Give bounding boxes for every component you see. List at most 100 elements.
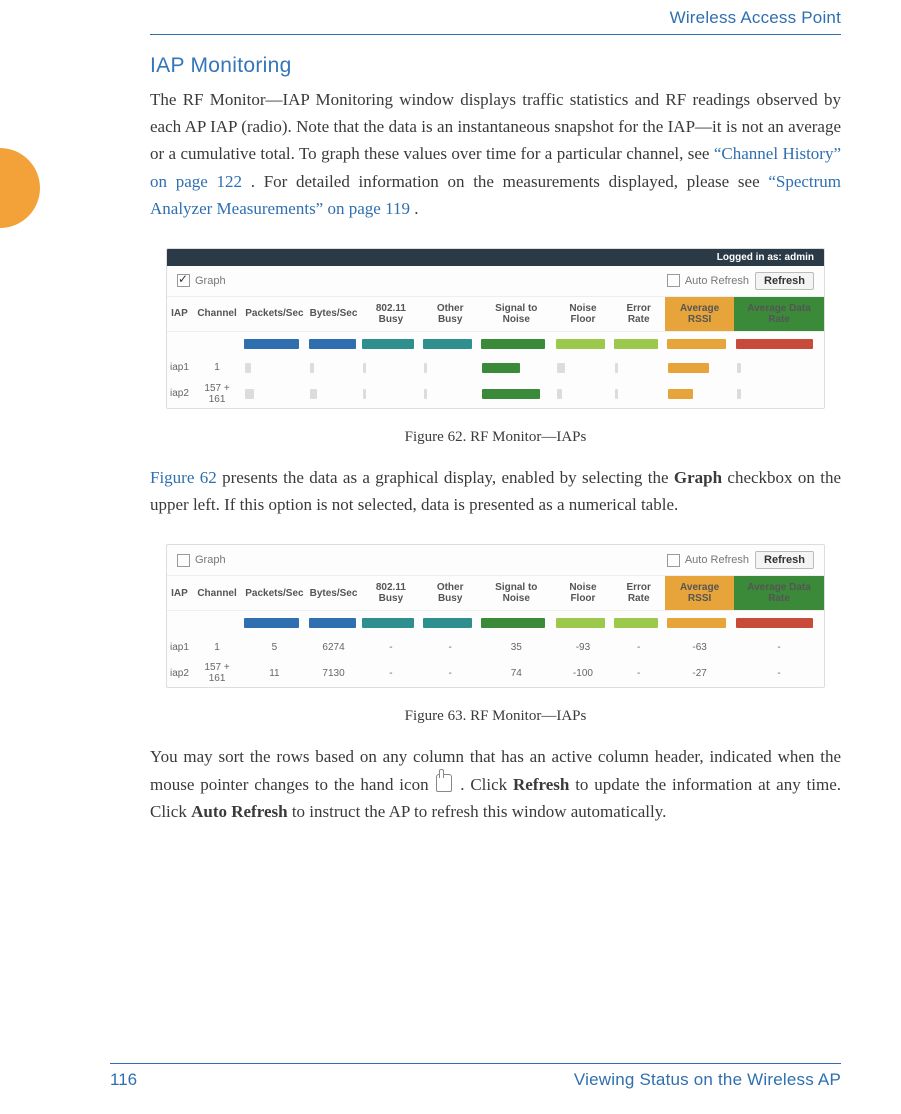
header-product-name: Wireless Access Point bbox=[150, 8, 841, 32]
intro-paragraph: The RF Monitor—IAP Monitoring window dis… bbox=[150, 86, 841, 222]
section-title: IAP Monitoring bbox=[150, 54, 841, 78]
content: IAP Monitoring The RF Monitor—IAP Monito… bbox=[150, 50, 841, 1034]
footer-section-name: Viewing Status on the Wireless AP bbox=[574, 1070, 841, 1090]
cell-other: - bbox=[421, 659, 479, 687]
col-snr[interactable]: Signal to Noise bbox=[479, 297, 554, 332]
cell-err: - bbox=[612, 635, 665, 659]
col-other[interactable]: Other Busy bbox=[421, 297, 479, 332]
bold-refresh: Refresh bbox=[513, 775, 569, 794]
footer-rule bbox=[110, 1063, 841, 1064]
col-busy[interactable]: 802.11 Busy bbox=[360, 297, 421, 332]
auto-refresh-checkbox[interactable] bbox=[667, 274, 680, 287]
col-rate[interactable]: Average Data Rate bbox=[734, 576, 824, 611]
cell-rate: - bbox=[734, 659, 824, 687]
col-snr[interactable]: Signal to Noise bbox=[479, 576, 554, 611]
cell-busy: - bbox=[360, 659, 421, 687]
para-2: Figure 62 presents the data as a graphic… bbox=[150, 464, 841, 518]
figure-63: Graph Auto Refresh Refresh IAP Channel P… bbox=[150, 534, 841, 698]
text: presents the data as a graphical display… bbox=[222, 468, 674, 487]
col-bps[interactable]: Bytes/Sec bbox=[307, 576, 361, 611]
hand-cursor-icon bbox=[436, 774, 452, 792]
cell-channel: 1 bbox=[192, 635, 242, 659]
cell-pps: 11 bbox=[242, 659, 306, 687]
figure-62-table: IAP Channel Packets/Sec Bytes/Sec 802.11… bbox=[167, 297, 824, 408]
col-err[interactable]: Error Rate bbox=[612, 576, 665, 611]
col-err[interactable]: Error Rate bbox=[612, 297, 665, 332]
table-row: iap2 157 + 161 bbox=[167, 380, 824, 408]
text: . bbox=[414, 199, 418, 218]
col-rssi[interactable]: Average RSSI bbox=[665, 297, 734, 332]
cell-bps: 6274 bbox=[307, 635, 361, 659]
figure-63-caption: Figure 63. RF Monitor—IAPs bbox=[150, 708, 841, 725]
bold-graph: Graph bbox=[674, 468, 722, 487]
text: . For detailed information on the measur… bbox=[251, 172, 769, 191]
graph-checkbox-label: Graph bbox=[195, 275, 226, 287]
col-pps[interactable]: Packets/Sec bbox=[242, 576, 306, 611]
table-header-row: IAP Channel Packets/Sec Bytes/Sec 802.11… bbox=[167, 297, 824, 332]
cell-other: - bbox=[421, 635, 479, 659]
cell-rssi: -63 bbox=[665, 635, 734, 659]
heat-row bbox=[167, 611, 824, 636]
cell-floor: -100 bbox=[554, 659, 613, 687]
col-channel[interactable]: Channel bbox=[192, 576, 242, 611]
page-footer: 116 Viewing Status on the Wireless AP bbox=[110, 1063, 841, 1090]
col-pps[interactable]: Packets/Sec bbox=[242, 297, 306, 332]
cell-busy: - bbox=[360, 635, 421, 659]
col-rate[interactable]: Average Data Rate bbox=[734, 297, 824, 332]
col-bps[interactable]: Bytes/Sec bbox=[307, 297, 361, 332]
cell-pps: 5 bbox=[242, 635, 306, 659]
text: to instruct the AP to refresh this windo… bbox=[292, 802, 667, 821]
figure-63-frame: Graph Auto Refresh Refresh IAP Channel P… bbox=[166, 544, 825, 688]
auto-refresh-checkbox[interactable] bbox=[667, 554, 680, 567]
col-iap[interactable]: IAP bbox=[167, 576, 192, 611]
bold-auto-refresh: Auto Refresh bbox=[191, 802, 287, 821]
graph-checkbox[interactable] bbox=[177, 554, 190, 567]
text: . Click bbox=[460, 775, 513, 794]
cell-iap: iap2 bbox=[167, 659, 192, 687]
col-busy[interactable]: 802.11 Busy bbox=[360, 576, 421, 611]
graph-checkbox-label: Graph bbox=[195, 554, 226, 566]
figure-62: Logged in as: admin Graph Auto Refresh R… bbox=[150, 238, 841, 419]
table-row: iap1 1 5 6274 - - 35 -93 - -63 - bbox=[167, 635, 824, 659]
cell-snr: 35 bbox=[479, 635, 554, 659]
cell-floor: -93 bbox=[554, 635, 613, 659]
auto-refresh-label: Auto Refresh bbox=[685, 554, 749, 566]
cell-channel: 157 + 161 bbox=[192, 659, 242, 687]
figure-62-frame: Logged in as: admin Graph Auto Refresh R… bbox=[166, 248, 825, 409]
page-tab-decoration bbox=[0, 148, 40, 228]
cell-iap: iap1 bbox=[167, 356, 192, 380]
page-header: Wireless Access Point bbox=[0, 0, 901, 35]
login-status-text: Logged in as: admin bbox=[717, 252, 814, 263]
cell-iap: iap2 bbox=[167, 380, 192, 408]
link-figure-62[interactable]: Figure 62 bbox=[150, 468, 217, 487]
cell-channel: 1 bbox=[192, 356, 242, 380]
header-rule bbox=[150, 34, 841, 35]
login-status-bar: Logged in as: admin bbox=[167, 249, 824, 266]
figure-63-table: IAP Channel Packets/Sec Bytes/Sec 802.11… bbox=[167, 576, 824, 687]
figure-62-toolbar: Graph Auto Refresh Refresh bbox=[167, 266, 824, 297]
col-channel[interactable]: Channel bbox=[192, 297, 242, 332]
cell-iap: iap1 bbox=[167, 635, 192, 659]
para-3: You may sort the rows based on any colum… bbox=[150, 743, 841, 825]
figure-63-toolbar: Graph Auto Refresh Refresh bbox=[167, 545, 824, 576]
table-row: iap1 1 bbox=[167, 356, 824, 380]
col-rssi[interactable]: Average RSSI bbox=[665, 576, 734, 611]
auto-refresh-label: Auto Refresh bbox=[685, 275, 749, 287]
cell-rssi: -27 bbox=[665, 659, 734, 687]
figure-62-caption: Figure 62. RF Monitor—IAPs bbox=[150, 429, 841, 446]
col-floor[interactable]: Noise Floor bbox=[554, 297, 613, 332]
col-iap[interactable]: IAP bbox=[167, 297, 192, 332]
table-row: iap2 157 + 161 11 7130 - - 74 -100 - -27… bbox=[167, 659, 824, 687]
refresh-button[interactable]: Refresh bbox=[755, 551, 814, 569]
cell-channel: 157 + 161 bbox=[192, 380, 242, 408]
cell-snr: 74 bbox=[479, 659, 554, 687]
refresh-button[interactable]: Refresh bbox=[755, 272, 814, 290]
table-header-row: IAP Channel Packets/Sec Bytes/Sec 802.11… bbox=[167, 576, 824, 611]
graph-checkbox[interactable] bbox=[177, 274, 190, 287]
heat-row bbox=[167, 331, 824, 356]
cell-err: - bbox=[612, 659, 665, 687]
col-floor[interactable]: Noise Floor bbox=[554, 576, 613, 611]
col-other[interactable]: Other Busy bbox=[421, 576, 479, 611]
cell-bps: 7130 bbox=[307, 659, 361, 687]
page-number: 116 bbox=[110, 1070, 137, 1090]
